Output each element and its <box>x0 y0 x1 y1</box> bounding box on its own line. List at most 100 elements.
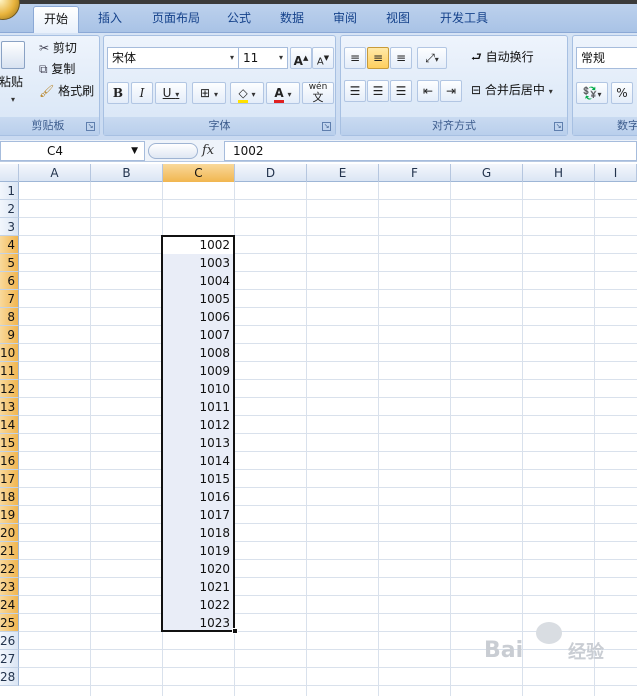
row-header[interactable]: 8 <box>0 308 19 326</box>
column-header-e[interactable]: E <box>307 164 379 182</box>
row-header[interactable]: 11 <box>0 362 19 380</box>
align-right-icon[interactable]: ☰ <box>390 80 412 102</box>
number-group: 常规 💱▾ % 数字 <box>572 35 637 136</box>
italic-button[interactable]: I <box>131 82 153 104</box>
column-header-h[interactable]: H <box>523 164 595 182</box>
orientation-button[interactable]: ⤢▾ <box>417 47 447 69</box>
font-color-button[interactable]: A ▾ <box>266 82 300 104</box>
borders-icon: ⊞ <box>200 86 211 100</box>
select-all-corner[interactable] <box>0 164 19 182</box>
tab-formulas[interactable]: 公式 <box>221 6 257 33</box>
name-box[interactable]: C4 ▼ <box>0 141 145 161</box>
decrease-indent-icon[interactable]: ⇤ <box>417 80 439 102</box>
font-size-dropdown-icon[interactable]: ▾ <box>279 48 283 68</box>
percent-button[interactable]: % <box>611 82 633 104</box>
fill-color-button[interactable]: ◇ ▾ <box>230 82 264 104</box>
tab-review[interactable]: 审阅 <box>326 6 364 33</box>
increase-indent-icon[interactable]: ⇥ <box>440 80 462 102</box>
number-group-label: 数字 <box>573 117 637 135</box>
column-header-f[interactable]: F <box>379 164 451 182</box>
phonetic-guide-button[interactable]: wén 文 <box>302 82 334 104</box>
row-header[interactable]: 21 <box>0 542 19 560</box>
name-box-dropdown-icon[interactable]: ▼ <box>131 142 138 160</box>
row-header[interactable]: 14 <box>0 416 19 434</box>
paintbrush-icon: 🖌 <box>39 84 55 98</box>
underline-button[interactable]: U ▾ <box>155 82 187 104</box>
font-size-input[interactable]: 11 ▾ <box>238 47 288 69</box>
tab-insert[interactable]: 插入 <box>90 6 130 33</box>
font-launcher-icon[interactable]: ↘ <box>322 122 331 131</box>
wrap-text-button[interactable]: ⮐ 自动换行 <box>471 47 534 69</box>
row-header[interactable]: 22 <box>0 560 19 578</box>
align-left-icon[interactable]: ☰ <box>344 80 366 102</box>
tab-home[interactable]: 开始 <box>33 6 79 33</box>
cut-button[interactable]: ✂ 剪切 <box>39 38 77 60</box>
number-format-input[interactable]: 常规 <box>576 47 637 69</box>
currency-icon: 💱 <box>582 86 598 100</box>
row-header[interactable]: 28 <box>0 668 19 686</box>
font-name-input[interactable]: 宋体 ▾ <box>107 47 239 69</box>
tab-developer[interactable]: 开发工具 <box>434 6 494 33</box>
alignment-launcher-icon[interactable]: ↘ <box>554 122 563 131</box>
fill-handle[interactable] <box>232 628 238 634</box>
align-bottom-icon[interactable]: ≡ <box>390 47 412 69</box>
row-header[interactable]: 24 <box>0 596 19 614</box>
font-name-dropdown-icon[interactable]: ▾ <box>230 48 234 68</box>
align-center-icon[interactable]: ☰ <box>367 80 389 102</box>
merge-cells-icon: ⊟ <box>471 83 482 97</box>
row-header[interactable]: 17 <box>0 470 19 488</box>
shrink-font-button[interactable]: A▼ <box>312 47 334 69</box>
accounting-format-button[interactable]: 💱▾ <box>576 82 608 104</box>
align-middle-icon[interactable]: ≡ <box>367 47 389 69</box>
font-group-label: 字体 <box>104 117 335 135</box>
row-header[interactable]: 9 <box>0 326 19 344</box>
tab-data[interactable]: 数据 <box>273 6 311 33</box>
column-header-c[interactable]: C <box>163 164 235 182</box>
align-top-icon[interactable]: ≡ <box>344 47 366 69</box>
column-header-a[interactable]: A <box>19 164 91 182</box>
grow-font-button[interactable]: A▲ <box>290 47 312 69</box>
row-header[interactable]: 16 <box>0 452 19 470</box>
column-header-g[interactable]: G <box>451 164 523 182</box>
insert-function-icon[interactable]: fx <box>202 141 214 161</box>
row-header[interactable]: 2 <box>0 200 19 218</box>
borders-button[interactable]: ⊞ ▾ <box>192 82 226 104</box>
formula-input[interactable]: 1002 <box>224 141 637 161</box>
row-header[interactable]: 5 <box>0 254 19 272</box>
row-header[interactable]: 18 <box>0 488 19 506</box>
row-header[interactable]: 7 <box>0 290 19 308</box>
row-header[interactable]: 12 <box>0 380 19 398</box>
row-header[interactable]: 3 <box>0 218 19 236</box>
wrap-text-icon: ⮐ <box>471 50 482 64</box>
formula-tools: fx <box>148 141 222 161</box>
format-painter-button[interactable]: 🖌 格式刷 <box>39 81 94 103</box>
row-header[interactable]: 1 <box>0 182 19 200</box>
row-header[interactable]: 10 <box>0 344 19 362</box>
row-header[interactable]: 23 <box>0 578 19 596</box>
row-header[interactable]: 15 <box>0 434 19 452</box>
row-header[interactable]: 20 <box>0 524 19 542</box>
row-header[interactable]: 4 <box>0 236 19 254</box>
paste-dropdown-icon[interactable]: ▾ <box>11 90 15 112</box>
ribbon-tab-bar: 开始 插入 页面布局 公式 数据 审阅 视图 开发工具 <box>0 0 637 33</box>
row-header[interactable]: 13 <box>0 398 19 416</box>
worksheet-grid[interactable]: 1002 1003 1004 1005 1006 1007 1008 1009 1010 1011… <box>19 182 637 696</box>
row-header[interactable]: 19 <box>0 506 19 524</box>
clipboard-launcher-icon[interactable]: ↘ <box>86 122 95 131</box>
formula-bar-splitter[interactable] <box>148 143 198 159</box>
paste-icon[interactable] <box>1 41 25 69</box>
column-header-b[interactable]: B <box>91 164 163 182</box>
tab-page-layout[interactable]: 页面布局 <box>145 6 207 33</box>
tab-view[interactable]: 视图 <box>380 6 416 33</box>
merge-center-button[interactable]: ⊟ 合并后居中 ▾ <box>471 80 553 102</box>
bold-button[interactable]: B <box>107 82 129 104</box>
row-header[interactable]: 25 <box>0 614 19 632</box>
clipboard-group-label: 剪贴板 <box>0 117 99 135</box>
row-header[interactable]: 26 <box>0 632 19 650</box>
row-header[interactable]: 6 <box>0 272 19 290</box>
copy-button[interactable]: ⧉ 复制 <box>39 59 75 81</box>
column-header-i[interactable]: I <box>595 164 637 182</box>
column-header-d[interactable]: D <box>235 164 307 182</box>
office-button[interactable] <box>0 0 20 20</box>
row-header[interactable]: 27 <box>0 650 19 668</box>
